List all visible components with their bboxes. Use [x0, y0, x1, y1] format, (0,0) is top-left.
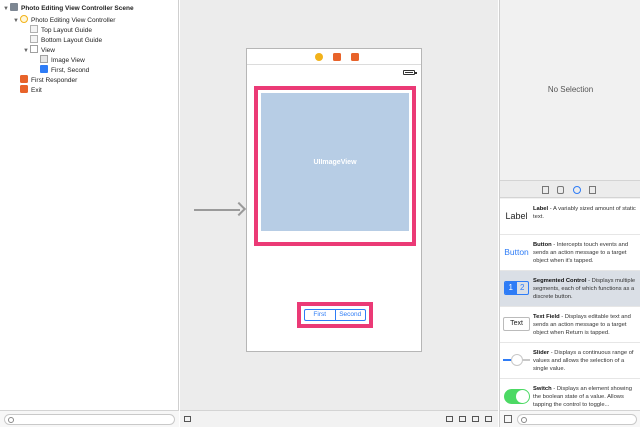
- media-library-icon[interactable]: [589, 186, 596, 194]
- disclosure-triangle-icon[interactable]: ▼: [23, 46, 30, 56]
- layout-guide-icon: [30, 25, 38, 33]
- library-filter-input[interactable]: [517, 414, 637, 425]
- arrow-head-icon: [231, 201, 247, 217]
- outline-item-view[interactable]: ▼ View: [23, 45, 55, 55]
- library-item-slider[interactable]: Slider - Displays a continuous range of …: [500, 343, 640, 379]
- library-item-segmented-control[interactable]: 12 Segmented Control - Displays multiple…: [500, 271, 640, 307]
- outline-item-label: View: [41, 47, 55, 54]
- outline-item-segmented-control[interactable]: First, Second: [33, 65, 89, 75]
- library-item-description: Button - Intercepts touch events and sen…: [533, 242, 629, 264]
- resolve-issues-icon[interactable]: [472, 416, 479, 422]
- outline-item-label: Bottom Layout Guide: [41, 37, 103, 44]
- outline-item-scene[interactable]: ▼ Photo Editing View Controller Scene: [3, 3, 134, 13]
- library-item-button[interactable]: Button Button - Intercepts touch events …: [500, 235, 640, 271]
- segment-first[interactable]: First: [305, 310, 335, 320]
- image-view-label: UIImageView: [313, 158, 357, 166]
- view-controller-icon: [20, 15, 28, 23]
- outline-item-label: Exit: [31, 87, 42, 94]
- filter-icon: [521, 417, 527, 423]
- align-icon[interactable]: [446, 416, 453, 422]
- outline-item-first-responder[interactable]: First Responder: [13, 75, 77, 85]
- pin-icon[interactable]: [459, 416, 466, 422]
- disclosure-triangle-icon[interactable]: ▼: [13, 16, 20, 26]
- text-field-icon: Text: [503, 314, 530, 334]
- segmented-control-icon: 12: [503, 278, 530, 298]
- storyboard-canvas[interactable]: UIImageView First Second: [180, 0, 498, 427]
- outline-item-top-layout-guide[interactable]: Top Layout Guide: [23, 25, 92, 35]
- outline-item-label: Photo Editing View Controller: [31, 17, 116, 24]
- library-item-description: Slider - Displays a continuous range of …: [533, 350, 634, 372]
- outline-item-label: Image View: [51, 57, 85, 64]
- library-item-description: Switch - Displays an element showing the…: [533, 386, 632, 408]
- scene-dock: [247, 49, 421, 65]
- disclosure-triangle-icon[interactable]: ▼: [3, 4, 10, 14]
- document-outline: ▼ Photo Editing View Controller Scene ▼ Ph…: [0, 0, 179, 427]
- object-library-icon[interactable]: [573, 186, 581, 194]
- outline-item-bottom-layout-guide[interactable]: Bottom Layout Guide: [23, 35, 102, 45]
- object-library-list: Label Label - A variably sized amount of…: [500, 199, 640, 410]
- view-controller-scene[interactable]: UIImageView First Second: [246, 48, 422, 352]
- segmented-control[interactable]: First Second: [304, 309, 366, 321]
- library-filter-bar: [500, 410, 640, 427]
- library-item-description: Label - A variably sized amount of stati…: [533, 206, 636, 220]
- outline-item-view-controller[interactable]: ▼ Photo Editing View Controller: [13, 15, 115, 25]
- view-icon: [30, 45, 38, 53]
- inspector-area: No Selection: [500, 0, 640, 178]
- filter-icon: [8, 417, 14, 423]
- image-view-highlight: UIImageView: [254, 86, 416, 246]
- library-item-description: Segmented Control - Displays multiple se…: [533, 278, 636, 300]
- resizing-icon[interactable]: [485, 416, 492, 422]
- utilities-panel: No Selection Label Label - A variably si…: [499, 0, 640, 427]
- outline-item-label: Top Layout Guide: [41, 27, 92, 34]
- slider-icon: [503, 350, 530, 370]
- toggle-outline-icon[interactable]: [184, 416, 191, 422]
- library-item-text-field[interactable]: Text Text Field - Displays editable text…: [500, 307, 640, 343]
- outline-filter-input[interactable]: [4, 414, 175, 425]
- label-icon: Label: [505, 211, 528, 221]
- canvas-bottom-bar: [180, 410, 498, 427]
- first-responder-icon: [20, 75, 28, 83]
- scene-icon: [10, 3, 18, 11]
- image-view[interactable]: UIImageView: [261, 93, 409, 231]
- exit-icon[interactable]: [351, 53, 359, 61]
- initial-scene-arrow[interactable]: [194, 201, 247, 217]
- first-responder-icon[interactable]: [333, 53, 341, 61]
- segmented-control-icon: [40, 65, 48, 73]
- exit-icon: [20, 85, 28, 93]
- segmented-control-highlight: First Second: [297, 302, 373, 328]
- layout-guide-icon: [30, 35, 38, 43]
- file-template-icon[interactable]: [542, 186, 549, 194]
- outline-item-image-view[interactable]: Image View: [33, 55, 85, 65]
- button-icon: Button: [504, 247, 529, 257]
- no-selection-label: No Selection: [547, 84, 594, 94]
- view-controller-icon[interactable]: [315, 53, 323, 61]
- library-item-label[interactable]: Label Label - A variably sized amount of…: [500, 199, 640, 235]
- switch-icon: [503, 386, 530, 406]
- library-item-description: Text Field - Displays editable text and …: [533, 314, 631, 336]
- image-view-icon: [40, 55, 48, 63]
- outline-item-label: First Responder: [31, 77, 78, 84]
- grid-view-icon[interactable]: [504, 415, 512, 423]
- outline-item-exit[interactable]: Exit: [13, 85, 42, 95]
- segment-second[interactable]: Second: [334, 310, 366, 320]
- outline-item-label: Photo Editing View Controller Scene: [21, 5, 134, 12]
- library-tab-bar: [500, 180, 640, 198]
- outline-item-label: First, Second: [51, 67, 90, 74]
- outline-filter-bar: [0, 410, 179, 427]
- battery-icon: [403, 70, 417, 75]
- code-snippet-icon[interactable]: [557, 186, 564, 194]
